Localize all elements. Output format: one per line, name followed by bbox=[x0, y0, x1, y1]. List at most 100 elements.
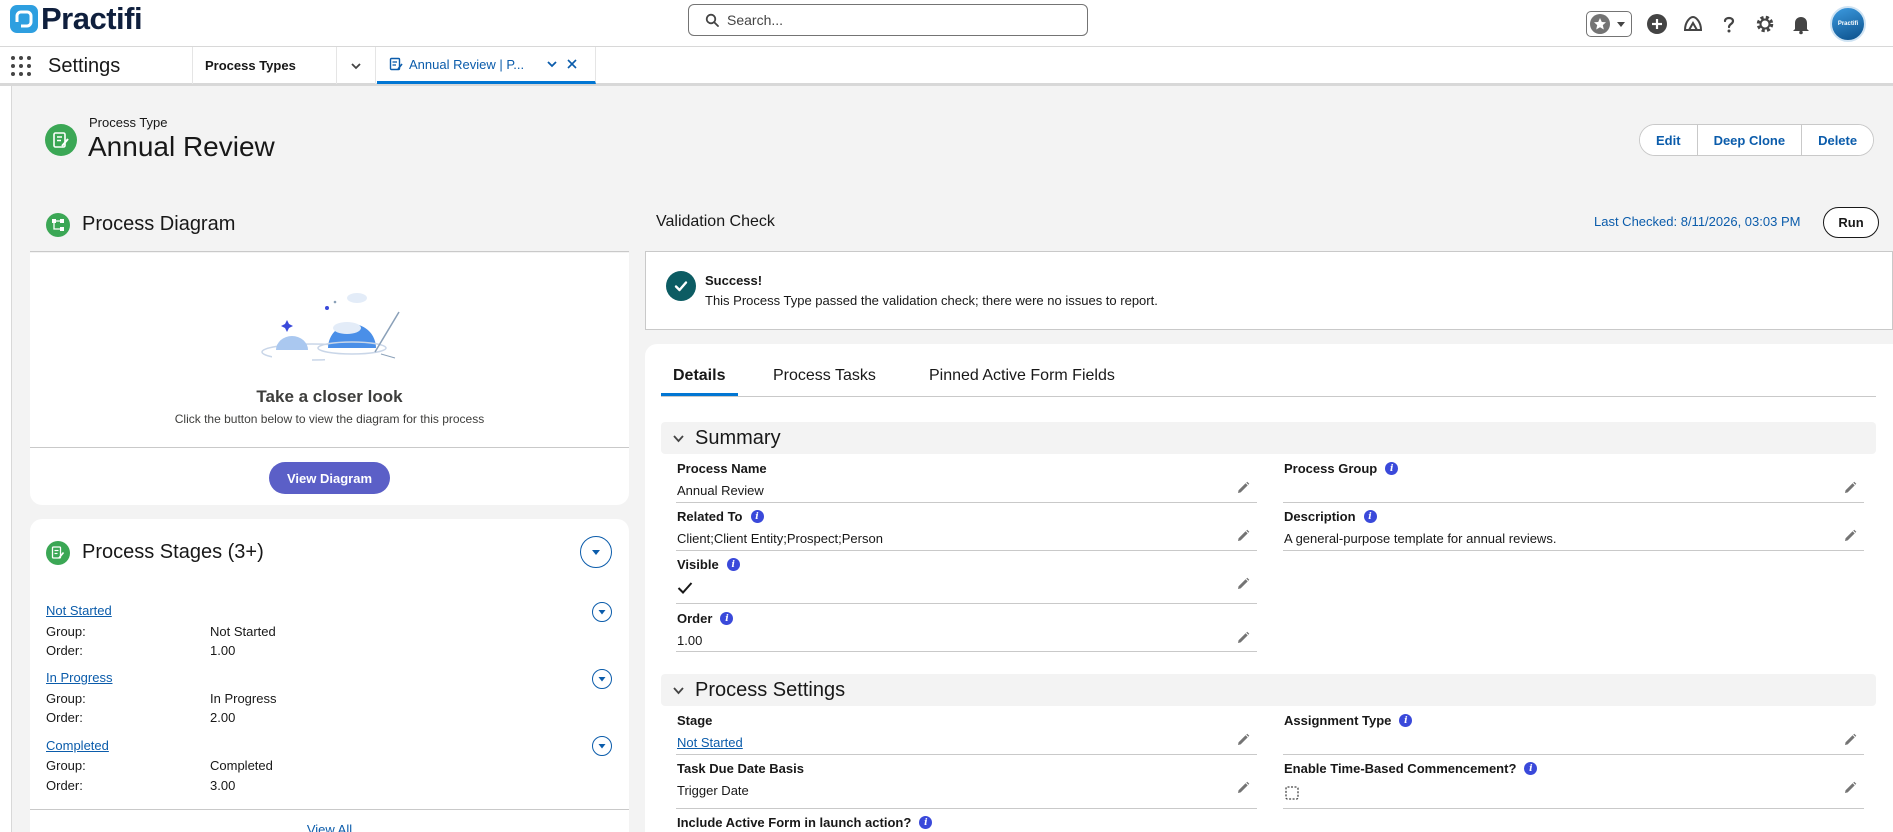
pencil-icon[interactable] bbox=[1236, 781, 1250, 795]
app-name: Settings bbox=[48, 55, 121, 77]
pencil-icon[interactable] bbox=[1236, 631, 1250, 645]
page-title: Annual Review bbox=[88, 131, 275, 162]
chevron-down-icon[interactable] bbox=[672, 432, 685, 445]
field-divider bbox=[1283, 808, 1864, 809]
practifi-logo[interactable]: Practifi bbox=[10, 1, 143, 36]
delete-button[interactable]: Delete bbox=[1802, 125, 1874, 155]
field-value-task-due-date-basis: Trigger Date bbox=[677, 783, 749, 798]
unchecked-checkbox-icon bbox=[1285, 786, 1299, 800]
close-icon[interactable] bbox=[565, 57, 579, 71]
summary-section-header[interactable] bbox=[661, 422, 1876, 454]
pencil-icon[interactable] bbox=[1236, 733, 1250, 747]
chevron-down-icon bbox=[592, 550, 600, 555]
tab-pinned-active-form-fields[interactable]: Pinned Active Form Fields bbox=[929, 367, 1115, 385]
chevron-down-icon[interactable] bbox=[1615, 18, 1627, 30]
info-icon[interactable]: i bbox=[750, 510, 764, 523]
stage-link-in-progress[interactable]: In Progress bbox=[46, 670, 112, 685]
field-divider bbox=[676, 754, 1257, 755]
chevron-down-icon[interactable] bbox=[545, 57, 559, 71]
diagram-illustration bbox=[257, 288, 405, 366]
view-diagram-button[interactable]: View Diagram bbox=[269, 462, 390, 494]
info-icon[interactable]: i bbox=[726, 558, 740, 571]
success-check-icon bbox=[666, 271, 696, 301]
field-label-stage: Stage bbox=[677, 713, 713, 728]
pencil-icon[interactable] bbox=[1236, 577, 1250, 591]
tab-divider bbox=[661, 396, 1876, 397]
global-create-icon[interactable] bbox=[1646, 13, 1668, 35]
field-label-task-due-date-basis: Task Due Date Basis bbox=[677, 761, 804, 776]
diagram-empty-text: Click the button below to view the diagr… bbox=[174, 412, 485, 426]
info-icon[interactable]: i bbox=[919, 816, 933, 829]
tab-process-tasks[interactable]: Process Tasks bbox=[773, 367, 876, 385]
view-all-link[interactable]: View All bbox=[30, 822, 629, 832]
validation-status-message: This Process Type passed the validation … bbox=[705, 293, 1158, 308]
pencil-icon[interactable] bbox=[1843, 733, 1857, 747]
run-validation-button[interactable]: Run bbox=[1823, 207, 1879, 238]
info-icon[interactable]: i bbox=[1524, 762, 1538, 775]
help-icon[interactable] bbox=[1718, 13, 1740, 35]
edit-button[interactable]: Edit bbox=[1640, 125, 1698, 155]
divider bbox=[30, 447, 629, 448]
process-settings-section-title: Process Settings bbox=[695, 679, 846, 701]
info-icon[interactable]: i bbox=[1385, 462, 1399, 475]
field-divider bbox=[676, 550, 1257, 551]
tab-process-types[interactable]: Process Types bbox=[192, 47, 336, 84]
field-value-stage[interactable]: Not Started bbox=[677, 735, 743, 750]
info-icon[interactable]: i bbox=[1363, 510, 1377, 523]
favorites-button[interactable] bbox=[1586, 11, 1632, 37]
star-icon bbox=[1590, 14, 1610, 34]
chevron-down-icon bbox=[598, 610, 606, 615]
info-icon[interactable]: i bbox=[720, 612, 734, 625]
bell-icon[interactable] bbox=[1790, 13, 1812, 35]
chevron-down-icon[interactable] bbox=[672, 684, 685, 697]
logo-text: Practifi bbox=[41, 1, 143, 36]
validation-status-title: Success! bbox=[705, 273, 763, 288]
stage-group-value: Not Started bbox=[210, 624, 276, 639]
stage-order-label: Order: bbox=[46, 710, 83, 725]
record-object-type: Process Type bbox=[89, 115, 168, 130]
stage-order-value: 3.00 bbox=[210, 778, 236, 793]
info-icon[interactable]: i bbox=[1399, 714, 1413, 727]
tab-annual-review[interactable]: Annual Review | P... bbox=[377, 47, 596, 84]
stage-group-label: Group: bbox=[46, 758, 86, 773]
tab-process-types-menu[interactable] bbox=[336, 47, 376, 84]
stage-row-menu-button[interactable] bbox=[592, 602, 612, 622]
process-stages-title: Process Stages (3+) bbox=[82, 541, 264, 563]
deep-clone-button[interactable]: Deep Clone bbox=[1697, 125, 1803, 155]
field-label-include-active-form: Include Active Form in launch action? i bbox=[677, 815, 933, 830]
stage-group-value: Completed bbox=[210, 758, 273, 773]
field-value-related-to: Client;Client Entity;Prospect;Person bbox=[677, 531, 883, 546]
stage-order-label: Order: bbox=[46, 778, 83, 793]
stage-row-menu-button[interactable] bbox=[592, 736, 612, 756]
tab-details[interactable]: Details bbox=[673, 367, 725, 385]
field-divider bbox=[1283, 502, 1864, 503]
global-search[interactable]: Search... bbox=[688, 4, 1088, 36]
process-type-icon bbox=[389, 57, 403, 71]
field-label-description: Description i bbox=[1284, 509, 1377, 524]
app-launcher-icon[interactable] bbox=[11, 56, 31, 76]
pencil-icon[interactable] bbox=[1843, 781, 1857, 795]
pencil-icon[interactable] bbox=[1843, 481, 1857, 495]
validation-check-title: Validation Check bbox=[656, 213, 775, 230]
divider bbox=[30, 809, 629, 810]
pencil-icon[interactable] bbox=[1236, 481, 1250, 495]
field-divider bbox=[676, 808, 1257, 809]
practifi-logo-icon bbox=[10, 5, 38, 33]
field-label-process-name: Process Name bbox=[677, 461, 767, 476]
trailhead-icon[interactable] bbox=[1682, 13, 1704, 35]
stage-link-not-started[interactable]: Not Started bbox=[46, 603, 112, 618]
stage-row-menu-button[interactable] bbox=[592, 669, 612, 689]
field-divider bbox=[676, 603, 1257, 604]
process-stages-menu-button[interactable] bbox=[580, 536, 612, 568]
stage-link-completed[interactable]: Completed bbox=[46, 738, 109, 753]
pencil-icon[interactable] bbox=[1236, 529, 1250, 543]
pencil-icon[interactable] bbox=[1843, 529, 1857, 543]
process-diagram-icon bbox=[46, 213, 70, 237]
field-label-order: Order i bbox=[677, 611, 734, 626]
chevron-down-icon bbox=[598, 677, 606, 682]
field-divider bbox=[1283, 550, 1864, 551]
gear-icon[interactable] bbox=[1754, 13, 1776, 35]
search-input[interactable]: Search... bbox=[727, 12, 783, 28]
avatar[interactable]: Practifi bbox=[1830, 6, 1866, 42]
stage-order-label: Order: bbox=[46, 643, 83, 658]
